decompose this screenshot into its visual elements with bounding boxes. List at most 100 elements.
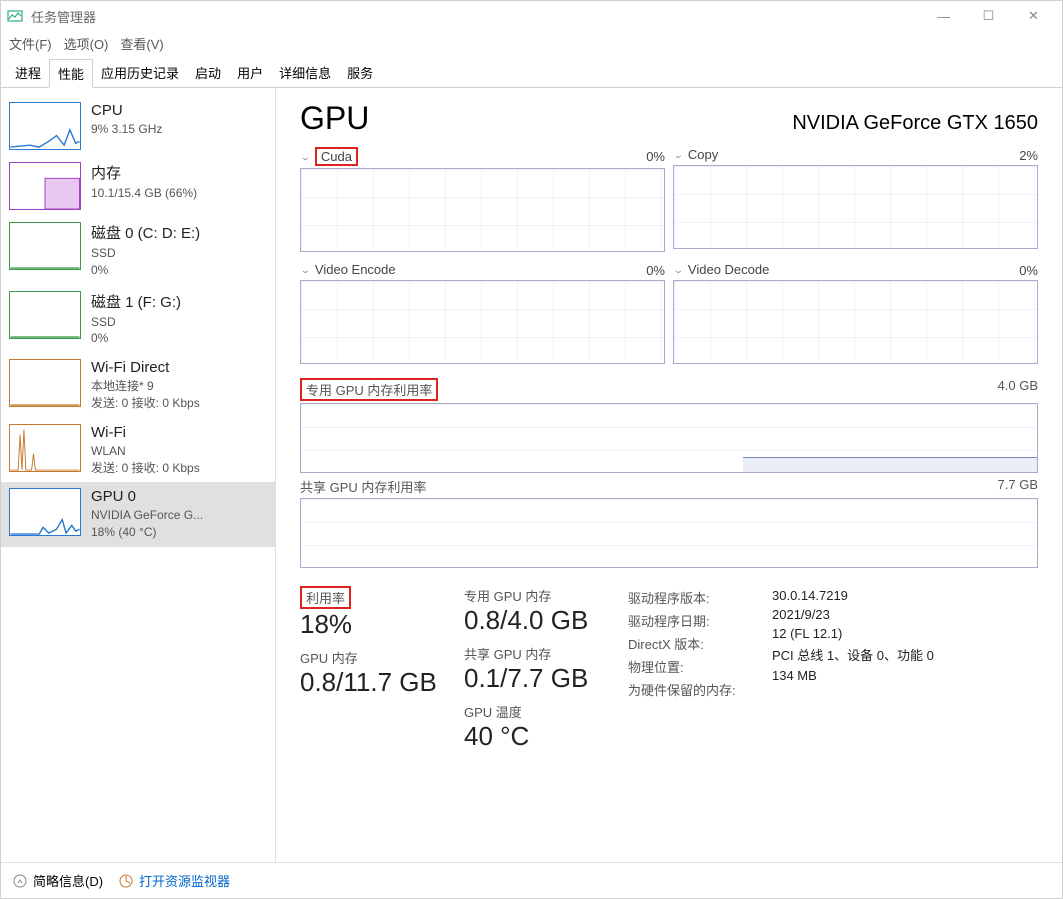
util-value: 18%: [300, 609, 460, 640]
wifi-sub1: WLAN: [91, 443, 267, 460]
driver-date: 2021/9/23: [772, 605, 1038, 624]
tab-services[interactable]: 服务: [339, 59, 381, 87]
sidebar-item-wifi[interactable]: Wi-Fi WLAN 发送: 0 接收: 0 Kbps: [1, 418, 275, 483]
engine-video-decode[interactable]: ⌄ Video Decode 0%: [673, 260, 1038, 364]
sidebar-item-cpu[interactable]: CPU 9% 3.15 GHz: [1, 96, 275, 156]
location: PCI 总线 1、设备 0、功能 0: [772, 643, 1038, 666]
sidebar-item-disk0[interactable]: 磁盘 0 (C: D: E:) SSD 0%: [1, 216, 275, 285]
driver-ver: 30.0.14.7219: [772, 586, 1038, 605]
engine-copy[interactable]: ⌄ Copy 2%: [673, 145, 1038, 252]
venc-graph: [300, 280, 665, 364]
gpu-name: NVIDIA GeForce GTX 1650: [792, 112, 1038, 135]
engine-video-encode[interactable]: ⌄ Video Encode 0%: [300, 260, 665, 364]
gpu-sub1: NVIDIA GeForce G...: [91, 507, 267, 524]
disk1-title: 磁盘 1 (F: G:): [91, 291, 267, 312]
disk1-sub1: SSD: [91, 314, 267, 331]
dedicated-mem-graph: [300, 403, 1038, 473]
dedicated-mem-label: 专用 GPU 内存利用率: [300, 378, 438, 401]
hw-reserved: 134 MB: [772, 666, 1038, 685]
window-title: 任务管理器: [31, 7, 96, 26]
chevron-down-icon: ⌄: [300, 264, 311, 275]
vdec-graph: [673, 280, 1038, 364]
chevron-down-icon: ⌄: [673, 149, 684, 160]
driver-ver-label: 驱动程序版本:: [628, 586, 768, 609]
cuda-val: 0%: [646, 149, 665, 164]
performance-sidebar: CPU 9% 3.15 GHz 内存 10.1/15.4 GB (66%) 磁盘…: [1, 88, 276, 862]
ded-label: 专用 GPU 内存: [464, 586, 624, 605]
vdec-val: 0%: [1019, 263, 1038, 278]
menu-options[interactable]: 选项(O): [64, 34, 109, 53]
engine-cuda[interactable]: ⌄ Cuda 0%: [300, 145, 665, 252]
tab-details[interactable]: 详细信息: [271, 59, 339, 87]
wifi-sub2: 发送: 0 接收: 0 Kbps: [91, 460, 267, 477]
titlebar: 任务管理器 — ☐ ✕: [1, 1, 1062, 31]
maximize-button[interactable]: ☐: [966, 1, 1011, 31]
disk0-title: 磁盘 0 (C: D: E:): [91, 222, 267, 243]
disk1-sub2: 0%: [91, 330, 267, 347]
shared-mem-label: 共享 GPU 内存利用率: [300, 477, 426, 496]
tab-startup[interactable]: 启动: [187, 59, 229, 87]
menu-file[interactable]: 文件(F): [9, 34, 52, 53]
menubar: 文件(F) 选项(O) 查看(V): [1, 31, 1062, 55]
tab-performance[interactable]: 性能: [49, 59, 93, 88]
cuda-label: Cuda: [315, 147, 358, 166]
copy-label: Copy: [688, 147, 718, 162]
wifid-sub2: 发送: 0 接收: 0 Kbps: [91, 395, 267, 412]
gpu-mem-value: 0.8/11.7 GB: [300, 667, 460, 698]
ded-value: 0.8/4.0 GB: [464, 605, 624, 636]
memory-sub: 10.1/15.4 GB (66%): [91, 185, 267, 202]
wifid-sub1: 本地连接* 9: [91, 378, 267, 395]
shared-mem-graph: [300, 498, 1038, 568]
temp-label: GPU 温度: [464, 702, 624, 721]
gpu-title: GPU 0: [91, 488, 267, 505]
dx-label: DirectX 版本:: [628, 632, 768, 655]
shr-value: 0.1/7.7 GB: [464, 663, 624, 694]
sidebar-item-memory[interactable]: 内存 10.1/15.4 GB (66%): [1, 156, 275, 216]
brief-info-link[interactable]: 简略信息(D): [13, 871, 103, 890]
memory-title: 内存: [91, 162, 267, 183]
cuda-graph: [300, 168, 665, 252]
shr-label: 共享 GPU 内存: [464, 644, 624, 663]
wifi-title: Wi-Fi: [91, 424, 267, 441]
tabs: 进程 性能 应用历史记录 启动 用户 详细信息 服务: [1, 59, 1062, 88]
dx-ver: 12 (FL 12.1): [772, 624, 1038, 643]
gpu-content: GPU NVIDIA GeForce GTX 1650 ⌄ Cuda 0% ⌄ Co…: [276, 88, 1062, 862]
venc-label: Video Encode: [315, 262, 396, 277]
gpu-stats: 利用率 18% GPU 内存 0.8/11.7 GB 专用 GPU 内存 0.8…: [300, 586, 1038, 760]
collapse-icon: [13, 874, 27, 888]
loc-label: 物理位置:: [628, 655, 768, 678]
sidebar-item-gpu[interactable]: GPU 0 NVIDIA GeForce G... 18% (40 °C): [1, 482, 275, 547]
hwres-label: 为硬件保留的内存:: [628, 678, 768, 701]
gpu-mem-label: GPU 内存: [300, 648, 460, 667]
chevron-down-icon: ⌄: [300, 151, 311, 162]
cpu-title: CPU: [91, 102, 267, 119]
sidebar-item-wifi-direct[interactable]: Wi-Fi Direct 本地连接* 9 发送: 0 接收: 0 Kbps: [1, 353, 275, 418]
resmon-icon: [119, 874, 133, 888]
tab-users[interactable]: 用户: [229, 59, 271, 87]
util-label: 利用率: [300, 586, 351, 609]
tab-processes[interactable]: 进程: [7, 59, 49, 87]
disk0-sub1: SSD: [91, 245, 267, 262]
dedicated-mem-max: 4.0 GB: [998, 378, 1038, 401]
disk0-sub2: 0%: [91, 262, 267, 279]
copy-graph: [673, 165, 1038, 249]
menu-view[interactable]: 查看(V): [120, 34, 163, 53]
vdec-label: Video Decode: [688, 262, 769, 277]
copy-val: 2%: [1019, 148, 1038, 163]
minimize-button[interactable]: —: [921, 1, 966, 31]
footer: 简略信息(D) 打开资源监视器: [1, 862, 1062, 898]
venc-val: 0%: [646, 263, 665, 278]
chevron-down-icon: ⌄: [673, 264, 684, 275]
open-resmon-link[interactable]: 打开资源监视器: [119, 871, 230, 890]
temp-value: 40 °C: [464, 721, 624, 752]
gpu-heading: GPU: [300, 100, 369, 137]
sidebar-item-disk1[interactable]: 磁盘 1 (F: G:) SSD 0%: [1, 285, 275, 354]
close-button[interactable]: ✕: [1011, 1, 1056, 31]
app-icon: [7, 8, 23, 24]
driver-date-label: 驱动程序日期:: [628, 609, 768, 632]
tab-app-history[interactable]: 应用历史记录: [93, 59, 187, 87]
cpu-sub: 9% 3.15 GHz: [91, 121, 267, 138]
gpu-sub2: 18% (40 °C): [91, 524, 267, 541]
shared-mem-max: 7.7 GB: [998, 477, 1038, 496]
wifid-title: Wi-Fi Direct: [91, 359, 267, 376]
